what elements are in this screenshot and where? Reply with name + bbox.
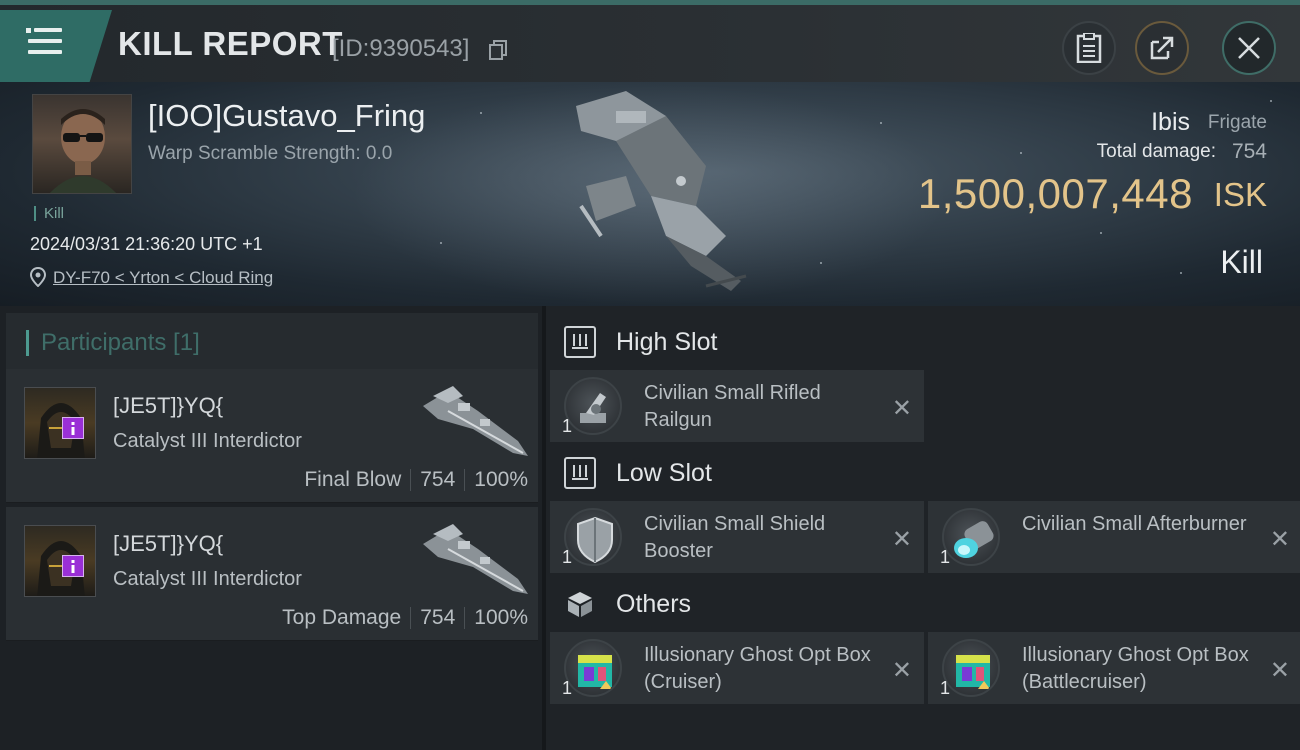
clipboard-icon [1076, 33, 1102, 63]
kill-location-link[interactable]: DY-F70 < Yrton < Cloud Ring [53, 268, 273, 288]
page-title: KILL REPORT [118, 25, 343, 62]
participant-ship: Catalyst III Interdictor [113, 430, 302, 452]
item-name: Illusionary Ghost Opt Box (Cruiser) [644, 644, 871, 693]
opt-box-icon [942, 639, 1000, 697]
low-slot-label: Low Slot [616, 458, 712, 487]
victim-ship-name[interactable]: Ibis [1151, 108, 1190, 137]
participant-role: Final Blow [304, 468, 402, 491]
close-button[interactable] [1222, 21, 1276, 75]
report-id: [ID:9390543] [332, 35, 470, 62]
participant-ship: Catalyst III Interdictor [113, 568, 302, 590]
kill-result: Kill [1220, 244, 1263, 280]
participant-percent: 100% [474, 468, 528, 491]
fitting-item[interactable]: 1 Illusionary Ghost Opt Box (Cruiser) ✕ [550, 632, 924, 704]
item-name: Civilian Small Afterburner [1022, 513, 1247, 535]
fitting-item[interactable]: 1 Illusionary Ghost Opt Box (Battlecruis… [928, 632, 1300, 704]
participant-percent: 100% [474, 606, 528, 629]
fitting-item[interactable]: 1 Civilian Small Afterburner ✕ [928, 501, 1300, 573]
others-header: Others [550, 578, 1300, 630]
participants-panel: Participants [1] [JE5T]}YQ{ Catalyst III… [0, 306, 542, 750]
item-name: Civilian Small Shield Booster [644, 513, 826, 562]
afterburner-icon [942, 508, 1000, 566]
participants-header: Participants [1] [6, 313, 538, 370]
participant-name[interactable]: [JE5T]}YQ{ [113, 531, 223, 557]
participant-name[interactable]: [JE5T]}YQ{ [113, 393, 223, 419]
low-slot-icon [564, 457, 596, 489]
remove-item-icon[interactable]: ✕ [892, 656, 912, 685]
remove-item-icon[interactable]: ✕ [892, 394, 912, 423]
remove-item-icon[interactable]: ✕ [1270, 656, 1290, 685]
item-quantity: 1 [562, 678, 573, 698]
item-quantity: 1 [562, 547, 573, 567]
kill-datetime: 2024/03/31 21:36:20 UTC +1 [30, 234, 263, 254]
close-icon [1238, 37, 1260, 59]
total-damage-label: Total damage: [1096, 141, 1216, 162]
menu-button[interactable] [0, 10, 112, 82]
victim-banner: [IOO]Gustavo_Fring Warp Scramble Strengt… [0, 82, 1300, 306]
participant-stats: Top Damage 754 100% [282, 606, 528, 630]
participant-avatar[interactable] [24, 387, 96, 459]
high-slot-label: High Slot [616, 327, 718, 356]
high-slot-icon [564, 326, 596, 358]
victim-ship-image [576, 91, 747, 291]
participant-ship-image [423, 386, 528, 456]
participant-stats: Final Blow 754 100% [304, 468, 528, 492]
participant-role: Top Damage [282, 606, 402, 629]
victim-ship-class: Frigate [1207, 112, 1267, 133]
participant-damage: 754 [420, 468, 456, 491]
copy-icon[interactable] [489, 40, 507, 60]
isk-value: 1,500,007,448 [917, 170, 1193, 217]
fitting-panel: High Slot 1 Civilian Small Rifled Railgu… [542, 306, 1300, 750]
total-damage-value: 754 [1231, 140, 1267, 163]
share-icon [1150, 36, 1174, 60]
isk-unit: ISK [1213, 176, 1267, 213]
victim-avatar[interactable] [32, 94, 132, 194]
fitting-item[interactable]: 1 Civilian Small Shield Booster ✕ [550, 501, 924, 573]
participant-badge-icon [62, 417, 84, 439]
remove-item-icon[interactable]: ✕ [1270, 525, 1290, 554]
others-label: Others [616, 589, 692, 618]
participant-damage: 754 [420, 606, 456, 629]
kill-tag: Kill [34, 206, 64, 221]
victim-pilot-name[interactable]: [IOO]Gustavo_Fring [148, 98, 425, 134]
participant-ship-image [423, 524, 528, 594]
cube-icon [564, 588, 596, 620]
item-name: Illusionary Ghost Opt Box (Battlecruiser… [1022, 644, 1249, 693]
participants-title: Participants [1] [26, 330, 200, 356]
item-name: Civilian Small Rifled Railgun [644, 382, 821, 431]
warp-scramble-strength: Warp Scramble Strength: 0.0 [148, 143, 393, 164]
item-quantity: 1 [940, 678, 951, 698]
participant-badge-icon [62, 555, 84, 577]
railgun-icon [564, 377, 622, 435]
share-button[interactable] [1135, 21, 1189, 75]
header-bar: KILL REPORT [ID:9390543] [0, 5, 1300, 82]
participant-avatar[interactable] [24, 525, 96, 597]
low-slot-header: Low Slot [550, 447, 1300, 499]
participant-card[interactable]: [JE5T]}YQ{ Catalyst III Interdictor Fina… [6, 369, 538, 503]
high-slot-header: High Slot [550, 316, 1300, 368]
shield-booster-icon [564, 508, 622, 566]
location-pin-icon [30, 267, 46, 287]
remove-item-icon[interactable]: ✕ [892, 525, 912, 554]
fitting-item[interactable]: 1 Civilian Small Rifled Railgun ✕ [550, 370, 924, 442]
opt-box-icon [564, 639, 622, 697]
participant-card[interactable]: [JE5T]}YQ{ Catalyst III Interdictor Top … [6, 507, 538, 641]
item-quantity: 1 [562, 416, 573, 436]
clipboard-button[interactable] [1062, 21, 1116, 75]
item-quantity: 1 [940, 547, 951, 567]
